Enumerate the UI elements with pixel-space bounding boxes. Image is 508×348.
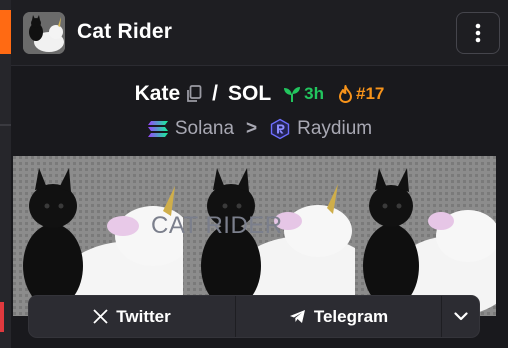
pair-age-value: 3h	[304, 84, 324, 103]
alert-indicator	[0, 302, 4, 332]
copy-address-button[interactable]	[186, 85, 202, 103]
copy-icon	[187, 85, 202, 102]
telegram-icon	[289, 310, 305, 323]
flame-icon	[339, 85, 352, 103]
pair-age: 3h	[283, 84, 324, 104]
token-info-panel: Cat Rider Kate / SOL 3h #17 Solana > Ray…	[11, 0, 508, 348]
chain-arrow: >	[246, 118, 258, 139]
social-links-bar: Twitter Telegram	[29, 296, 479, 337]
seedling-icon	[284, 87, 301, 102]
quote-token-symbol: SOL	[227, 82, 272, 105]
left-rail	[0, 0, 11, 348]
trending-rank[interactable]: #17	[338, 84, 384, 104]
raydium-icon	[270, 118, 290, 140]
telegram-label: Telegram	[313, 306, 389, 326]
twitter-link-button[interactable]: Twitter	[29, 296, 235, 337]
solana-icon	[147, 121, 168, 137]
more-links-button[interactable]	[441, 296, 479, 337]
banner-overlay-text: CAT RIDER	[151, 212, 283, 239]
more-options-button[interactable]	[456, 12, 500, 54]
active-indicator	[0, 10, 11, 54]
chain-link[interactable]: Solana	[147, 118, 234, 140]
chain-name: Solana	[174, 118, 235, 139]
token-banner-image: CAT RIDER	[13, 156, 496, 316]
cat-unicorn-avatar-icon	[23, 12, 65, 54]
trending-rank-value: #17	[356, 84, 385, 103]
base-token-symbol: Kate	[134, 82, 181, 105]
token-header: Cat Rider	[11, 0, 508, 66]
chain-row: Solana > Raydium	[11, 116, 508, 142]
token-avatar	[23, 12, 65, 54]
dex-link[interactable]: Raydium	[269, 118, 372, 140]
token-title: Cat Rider	[77, 20, 173, 43]
kebab-menu-icon	[475, 23, 481, 43]
dex-name: Raydium	[297, 118, 373, 139]
twitter-label: Twitter	[116, 306, 171, 326]
x-icon	[93, 309, 108, 324]
chevron-down-icon	[453, 312, 468, 321]
pair-row: Kate / SOL 3h #17	[11, 80, 508, 108]
telegram-link-button[interactable]: Telegram	[235, 296, 441, 337]
rail-divider	[0, 124, 11, 126]
pair-separator: /	[212, 82, 218, 105]
